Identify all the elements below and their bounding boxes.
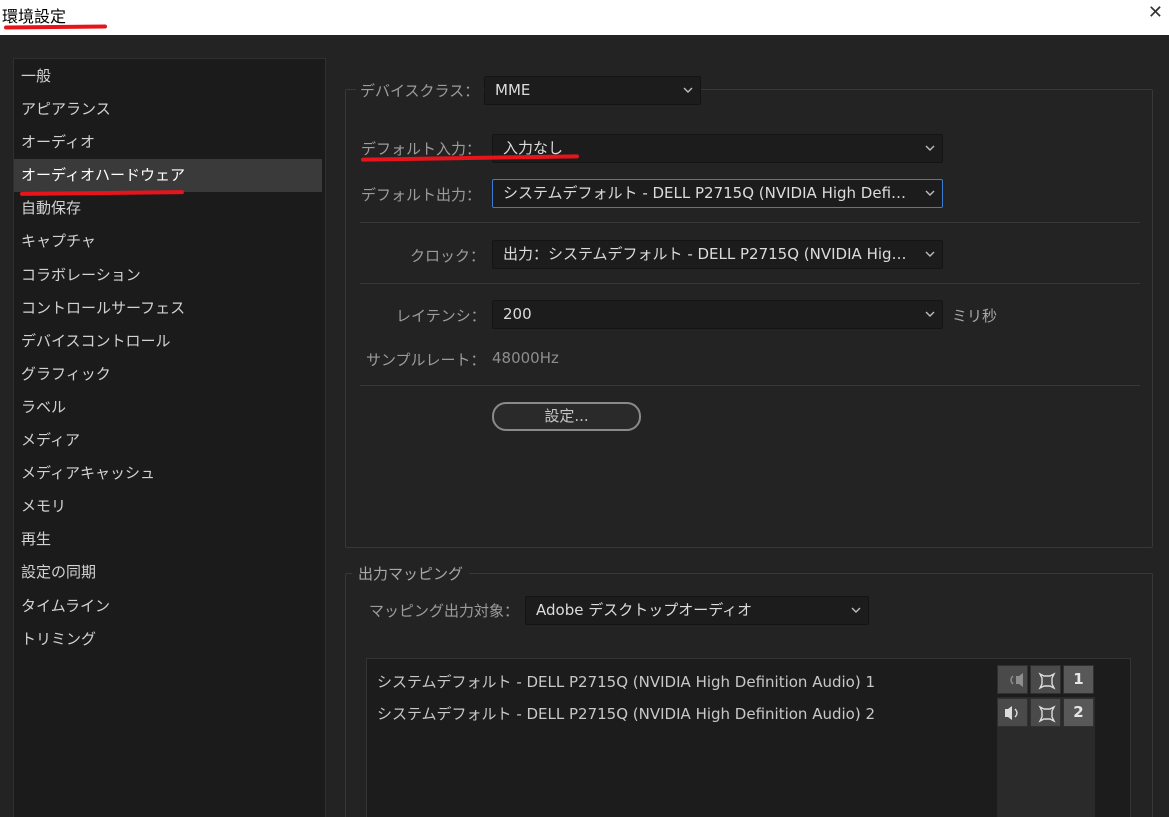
sidebar-item-autosave[interactable]: 自動保存 — [14, 192, 325, 225]
chevron-down-icon — [925, 189, 935, 198]
close-icon[interactable]: ✕ — [1148, 2, 1163, 23]
sidebar-item-graphics[interactable]: グラフィック — [14, 358, 325, 391]
sidebar-item-capture[interactable]: キャプチャ — [14, 225, 325, 258]
mapping-target-dropdown[interactable]: Adobe デスクトップオーディオ — [525, 596, 869, 625]
sidebar-item-audio-hardware[interactable]: オーディオハードウェア — [14, 159, 322, 193]
frame-button[interactable] — [1030, 665, 1061, 694]
frame-icon — [1038, 705, 1056, 723]
default-output-label: デフォルト出力： — [361, 186, 482, 204]
sidebar-item-timeline[interactable]: タイムライン — [14, 590, 325, 623]
frame-icon — [1038, 672, 1056, 690]
chevron-down-icon — [683, 86, 693, 95]
mapping-target-value: Adobe デスクトップオーディオ — [536, 601, 753, 619]
channel-number-button[interactable]: 1 — [1063, 665, 1094, 694]
mapping-row: システムデフォルト - DELL P2715Q (NVIDIA High Def… — [377, 705, 876, 723]
speaker-right-icon — [1005, 706, 1018, 720]
mapping-target-label: マッピング出力対象： — [369, 602, 520, 620]
default-output-dropdown[interactable]: システムデフォルト - DELL P2715Q (NVIDIA High Def… — [492, 179, 943, 208]
sidebar-item-labels[interactable]: ラベル — [14, 391, 325, 424]
settings-button[interactable]: 設定... — [492, 402, 641, 431]
separator — [360, 385, 1140, 386]
channel-number-button[interactable]: 2 — [1063, 698, 1094, 727]
chevron-down-icon — [925, 310, 935, 319]
device-class-dropdown[interactable]: MME — [484, 76, 701, 105]
sidebar-item-audio[interactable]: オーディオ — [14, 126, 325, 159]
default-input-dropdown[interactable]: 入力なし — [492, 134, 943, 163]
separator — [360, 222, 1140, 223]
output-mapping-title: 出力マッピング — [352, 563, 470, 584]
sidebar-item-collaboration[interactable]: コラボレーション — [14, 259, 325, 292]
latency-label: レイテンシ： — [396, 307, 486, 325]
clock-dropdown[interactable]: 出力：システムデフォルト - DELL P2715Q (NVIDIA High … — [492, 240, 943, 269]
chevron-down-icon — [925, 144, 935, 153]
latency-value: 200 — [503, 305, 532, 323]
sidebar-item-memory[interactable]: メモリ — [14, 490, 325, 523]
clock-value: 出力：システムデフォルト - DELL P2715Q (NVIDIA High … — [503, 245, 942, 263]
sidebar-item-sync-settings[interactable]: 設定の同期 — [14, 556, 325, 589]
window-title: 環境設定 — [2, 7, 67, 26]
latency-unit: ミリ秒 — [952, 307, 998, 325]
mapping-row: システムデフォルト - DELL P2715Q (NVIDIA High Def… — [377, 673, 876, 691]
sidebar-item-trimming[interactable]: トリミング — [14, 623, 325, 656]
sidebar-item-general[interactable]: 一般 — [14, 60, 325, 93]
speaker-right-button[interactable] — [997, 698, 1028, 727]
sidebar-item-device-control[interactable]: デバイスコントロール — [14, 325, 325, 358]
separator — [360, 283, 1140, 284]
sample-rate-value: 48000Hz — [492, 349, 559, 367]
clock-label: クロック： — [410, 247, 486, 265]
speaker-left-button[interactable] — [997, 665, 1028, 694]
sidebar-item-playback[interactable]: 再生 — [14, 523, 325, 556]
frame-button[interactable] — [1030, 698, 1061, 727]
latency-dropdown[interactable]: 200 — [492, 300, 943, 329]
sample-rate-label: サンプルレート： — [366, 351, 486, 369]
sidebar: 一般 アピアランス オーディオ オーディオハードウェア 自動保存 キャプチャ コ… — [13, 58, 326, 817]
chevron-down-icon — [925, 250, 935, 259]
speaker-left-icon — [1010, 673, 1023, 687]
device-class-value: MME — [495, 81, 531, 99]
default-output-value: システムデフォルト - DELL P2715Q (NVIDIA High Def… — [503, 184, 942, 202]
sidebar-item-media[interactable]: メディア — [14, 424, 325, 457]
title-bar: 環境設定 ✕ — [0, 0, 1169, 35]
chevron-down-icon — [851, 606, 861, 615]
device-class-label: デバイスクラス： — [356, 80, 484, 101]
sidebar-item-media-cache[interactable]: メディアキャッシュ — [14, 457, 325, 490]
sidebar-item-control-surface[interactable]: コントロールサーフェス — [14, 292, 325, 325]
sidebar-item-appearance[interactable]: アピアランス — [14, 93, 325, 126]
